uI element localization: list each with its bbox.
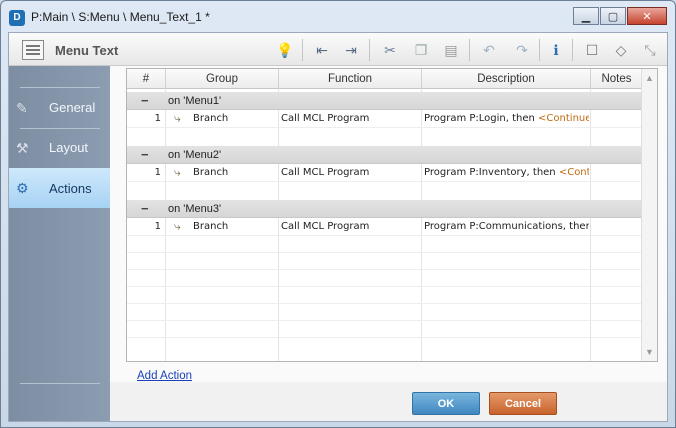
continue-link[interactable]: <Continue [538,113,589,124]
title-bar[interactable]: D P:Main \ S:Menu \ Menu_Text_1 * ▁ ▢ ✕ [1,1,675,33]
column-header-notes[interactable]: Notes [591,69,643,89]
column-header-number[interactable]: # [127,69,166,89]
expand-icon[interactable]: ⤡ [639,39,661,61]
row-description: Program P:Login, then <Continue [424,113,589,124]
editor-header: Menu Text 💡 ⇤ ⇥ ✂ ❐ ▤ ↶ ↷ ℹ ☐ ◇ ⤡ [9,33,667,66]
actions-grid[interactable]: # Group Function Description Notes − on … [126,68,658,362]
layout-icon: ⚒ [16,140,29,156]
branch-icon: ⤷ [174,165,181,179]
sidebar-item-actions[interactable]: ⚙ Actions [9,168,110,208]
scroll-up-icon[interactable]: ▲ [642,71,657,85]
sidebar-item-general[interactable]: ✎ General [9,89,110,127]
dialog-footer: OK Cancel [110,382,667,421]
column-header-group[interactable]: Group [166,69,279,89]
close-button[interactable]: ✕ [627,7,667,25]
copy-icon[interactable]: ❐ [410,39,432,61]
table-row[interactable]: 1 ⤷ Branch Call MCL Program Program P:In… [127,164,643,181]
maximize-icon: ▢ [607,10,619,23]
undo-icon[interactable]: ↶ [478,39,500,61]
branch-icon: ⤷ [174,219,181,233]
general-icon: ✎ [16,100,28,116]
collapse-icon[interactable]: − [141,200,149,217]
group-label: on 'Menu1' [168,95,222,107]
info-icon[interactable]: ℹ [545,39,567,61]
group-label: on 'Menu3' [168,203,222,215]
outdent-icon[interactable]: ⇤ [311,39,333,61]
ok-button[interactable]: OK [412,392,480,415]
indent-icon[interactable]: ⇥ [340,39,362,61]
app-icon: D [9,10,25,26]
table-row[interactable]: 1 ⤷ Branch Call MCL Program Program P:Co… [127,218,643,235]
window-title: P:Main \ S:Menu \ Menu_Text_1 * [31,10,210,24]
group-label: on 'Menu2' [168,149,222,161]
comment-icon[interactable]: ☐ [581,39,603,61]
maximize-button[interactable]: ▢ [600,7,626,25]
row-function: Call MCL Program [281,221,370,232]
row-number: 1 [154,221,161,232]
minimize-icon: ▁ [581,10,591,23]
collapse-icon[interactable]: − [141,92,149,109]
row-group: Branch [193,113,229,124]
close-icon: ✕ [642,10,652,23]
row-description: Program P:Inventory, then <Cont [424,167,589,178]
actions-icon: ⚙ [16,180,29,196]
row-number: 1 [154,167,161,178]
paste-icon[interactable]: ▤ [440,39,462,61]
group-row-menu1[interactable]: − on 'Menu1' [127,92,643,110]
sidebar: ✎ General ⚒ Layout ⚙ Actions [9,66,110,421]
cancel-button[interactable]: Cancel [489,392,557,415]
dialog-window: D P:Main \ S:Menu \ Menu_Text_1 * ▁ ▢ ✕ … [0,0,676,428]
row-group: Branch [193,167,229,178]
client-area: Menu Text 💡 ⇤ ⇥ ✂ ❐ ▤ ↶ ↷ ℹ ☐ ◇ ⤡ ✎ Gene… [8,32,668,422]
table-row[interactable]: 1 ⤷ Branch Call MCL Program Program P:Lo… [127,110,643,127]
sidebar-item-label: Layout [49,140,89,155]
minimize-button[interactable]: ▁ [573,7,599,25]
lightbulb-icon[interactable]: 💡 [274,39,296,61]
branch-icon: ⤷ [174,111,181,125]
row-function: Call MCL Program [281,167,370,178]
cut-icon[interactable]: ✂ [379,39,401,61]
redo-icon[interactable]: ↷ [511,39,533,61]
editor-title: Menu Text [55,43,119,58]
sidebar-item-label: General [49,100,96,115]
column-header-description[interactable]: Description [422,69,591,89]
column-header-function[interactable]: Function [279,69,422,89]
row-function: Call MCL Program [281,113,370,124]
actions-panel: # Group Function Description Notes − on … [110,66,667,382]
grid-header: # Group Function Description Notes [127,69,657,89]
scroll-down-icon[interactable]: ▼ [642,345,657,359]
collapse-icon[interactable]: − [141,146,149,163]
continue-link[interactable]: <Cont [559,167,589,178]
group-row-menu2[interactable]: − on 'Menu2' [127,146,643,164]
vertical-scrollbar[interactable]: ▲ ▼ [641,69,657,361]
row-group: Branch [193,221,229,232]
row-description: Program P:Communications, ther [424,221,589,232]
add-action-link[interactable]: Add Action [137,370,192,382]
sidebar-item-layout[interactable]: ⚒ Layout [9,129,110,167]
group-row-menu3[interactable]: − on 'Menu3' [127,200,643,218]
tag-icon[interactable]: ◇ [610,39,632,61]
sidebar-item-label: Actions [49,181,92,196]
row-number: 1 [154,113,161,124]
menu-text-icon [22,40,44,60]
